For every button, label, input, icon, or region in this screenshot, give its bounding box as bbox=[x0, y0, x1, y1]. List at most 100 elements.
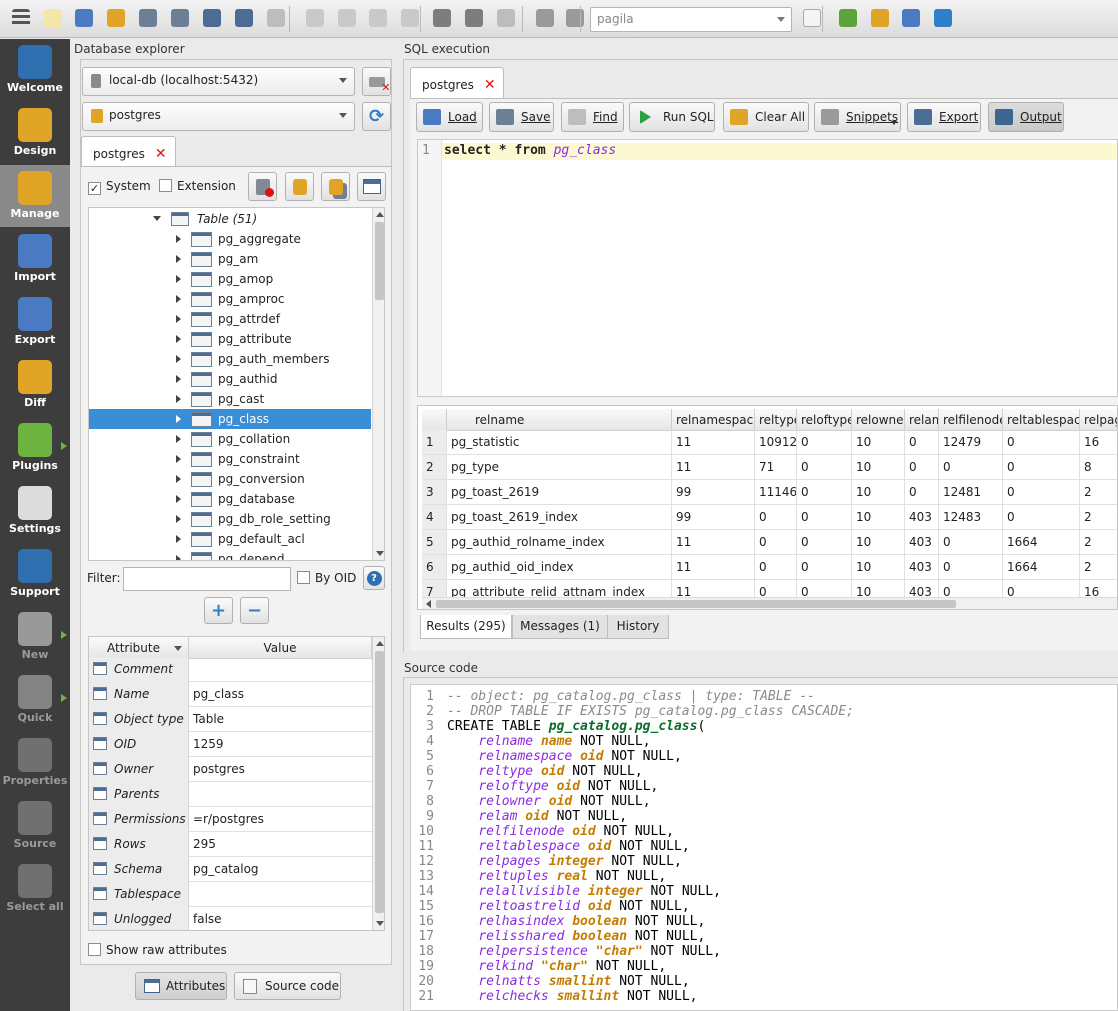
table-cell[interactable]: 71 bbox=[755, 455, 797, 480]
chevron-right-icon[interactable] bbox=[176, 315, 181, 323]
chevron-right-icon[interactable] bbox=[176, 235, 181, 243]
chevron-right-icon[interactable] bbox=[176, 275, 181, 283]
expand-button[interactable]: + bbox=[204, 597, 233, 624]
scrollbar-thumb[interactable] bbox=[436, 600, 956, 608]
sidebar-item-import[interactable]: Import bbox=[0, 228, 70, 290]
table-cell[interactable]: 10 bbox=[852, 455, 905, 480]
extension-checkbox[interactable]: Extension bbox=[159, 179, 236, 193]
attribute-row[interactable]: Schema pg_catalog bbox=[89, 857, 372, 882]
sidebar-item-settings[interactable]: Settings bbox=[0, 480, 70, 542]
result-tab-messages[interactable]: Messages (1) bbox=[512, 615, 608, 639]
connection-combo[interactable]: local-db (localhost:5432) bbox=[82, 67, 355, 96]
table-cell[interactable]: pg_authid_rolname_index bbox=[447, 530, 672, 555]
tree-item[interactable]: pg_constraint bbox=[89, 449, 371, 469]
table-cell[interactable]: 0 bbox=[755, 555, 797, 580]
table-cell[interactable]: 11146 bbox=[755, 480, 797, 505]
table-cell[interactable]: 0 bbox=[1003, 430, 1080, 455]
table-cell[interactable]: 0 bbox=[797, 530, 852, 555]
chevron-right-icon[interactable] bbox=[176, 375, 181, 383]
download-icon[interactable] bbox=[200, 6, 224, 30]
table-cell[interactable]: 0 bbox=[1003, 505, 1080, 530]
sidebar-item-properties[interactable]: Properties bbox=[0, 732, 70, 794]
load-button[interactable]: Load bbox=[416, 102, 483, 132]
attribute-row[interactable]: Owner postgres bbox=[89, 757, 372, 782]
connect-icon[interactable] bbox=[836, 6, 860, 30]
table-cell[interactable]: 2 bbox=[1080, 480, 1117, 505]
chevron-right-icon[interactable] bbox=[176, 255, 181, 263]
table-cell[interactable]: pg_authid_oid_index bbox=[447, 555, 672, 580]
column-header[interactable]: reltablespace bbox=[1003, 409, 1080, 431]
drop-object-button[interactable] bbox=[248, 172, 277, 201]
attribute-row[interactable]: Rows amount 295 bbox=[89, 832, 372, 875]
tree-item[interactable]: pg_class bbox=[89, 409, 371, 429]
result-tab-history[interactable]: History bbox=[607, 615, 669, 639]
results-hscrollbar[interactable] bbox=[422, 597, 1117, 609]
table-cell[interactable]: 10 bbox=[852, 555, 905, 580]
scroll-down-icon[interactable] bbox=[376, 551, 384, 556]
row-number-header[interactable] bbox=[422, 409, 447, 431]
move-icon[interactable] bbox=[494, 6, 518, 30]
table-cell[interactable]: 2 bbox=[1080, 505, 1117, 530]
column-header[interactable]: reltype bbox=[755, 409, 797, 431]
column-header[interactable]: relpages bbox=[1080, 409, 1117, 431]
new-file-icon[interactable] bbox=[41, 6, 65, 30]
chevron-right-icon[interactable] bbox=[176, 395, 181, 403]
close-icon[interactable]: ✕ bbox=[155, 146, 167, 162]
tree-item[interactable]: pg_aggregate bbox=[89, 229, 371, 249]
tree-scrollbar[interactable] bbox=[372, 208, 384, 560]
scroll-up-icon[interactable] bbox=[376, 641, 384, 646]
attribute-row[interactable]: Name pg_class bbox=[89, 682, 372, 707]
zoom-icon[interactable] bbox=[335, 6, 359, 30]
database-select[interactable]: postgres bbox=[82, 102, 355, 131]
sidebar-item-diff[interactable]: Diff bbox=[0, 354, 70, 416]
zoom-out-icon[interactable] bbox=[303, 6, 327, 30]
source-code-button[interactable]: Source code bbox=[234, 972, 341, 1000]
sidebar-item-quick[interactable]: Quick bbox=[0, 669, 70, 731]
chevron-right-icon[interactable] bbox=[176, 475, 181, 483]
scroll-up-icon[interactable] bbox=[376, 212, 384, 217]
tree-item[interactable]: pg_conversion bbox=[89, 469, 371, 489]
table-cell[interactable]: 10 bbox=[852, 480, 905, 505]
table-cell[interactable]: 11 bbox=[672, 430, 755, 455]
explorer-tab-postgres[interactable]: postgres ✕ bbox=[81, 136, 176, 167]
attribute-row[interactable]: Comment bbox=[89, 657, 372, 682]
table-cell[interactable]: 99 bbox=[672, 480, 755, 505]
table-cell[interactable]: 16 bbox=[1080, 430, 1117, 455]
table-cell[interactable]: 1664 bbox=[1003, 530, 1080, 555]
open-recent-icon[interactable] bbox=[104, 6, 128, 30]
attribute-row[interactable]: Object type Table bbox=[89, 707, 372, 732]
sidebar-item-support[interactable]: Support bbox=[0, 543, 70, 605]
table-cell[interactable]: 0 bbox=[905, 455, 939, 480]
table-cell[interactable]: 0 bbox=[755, 530, 797, 555]
sidebar-item-export[interactable]: Export bbox=[0, 291, 70, 353]
table-cell[interactable]: 2 bbox=[1080, 530, 1117, 555]
table-cell[interactable]: pg_toast_2619_index bbox=[447, 505, 672, 530]
chevron-right-icon[interactable] bbox=[176, 555, 181, 560]
edit-object-button[interactable] bbox=[321, 172, 350, 201]
scroll-left-icon[interactable] bbox=[426, 600, 431, 608]
clear-all-button[interactable]: Clear All bbox=[723, 102, 809, 132]
table-cell[interactable]: 403 bbox=[905, 505, 939, 530]
table-cell[interactable]: pg_type bbox=[447, 455, 672, 480]
sync-icon[interactable] bbox=[168, 6, 192, 30]
table-cell[interactable]: 11 bbox=[672, 555, 755, 580]
table-cell[interactable]: 12483 bbox=[939, 505, 1003, 530]
table-cell[interactable]: 403 bbox=[905, 530, 939, 555]
chevron-down-icon[interactable] bbox=[153, 216, 161, 221]
table-cell[interactable]: 0 bbox=[797, 505, 852, 530]
sidebar-item-design[interactable]: Design bbox=[0, 102, 70, 164]
clear-combo-icon[interactable] bbox=[800, 6, 824, 30]
column-header[interactable]: relname bbox=[447, 409, 672, 431]
zoom-fit-icon[interactable] bbox=[398, 6, 422, 30]
chevron-right-icon[interactable] bbox=[176, 535, 181, 543]
new-object-button[interactable] bbox=[285, 172, 314, 201]
export-button[interactable]: Export bbox=[907, 102, 981, 132]
column-header[interactable]: relowner bbox=[852, 409, 905, 431]
globe-db-icon[interactable] bbox=[899, 6, 923, 30]
attribute-column-header[interactable]: Attribute bbox=[89, 637, 189, 659]
close-icon[interactable]: ✕ bbox=[484, 77, 496, 93]
open-folder-icon[interactable] bbox=[72, 6, 96, 30]
sidebar-item-welcome[interactable]: Welcome bbox=[0, 39, 70, 101]
sidebar-item-new[interactable]: New bbox=[0, 606, 70, 668]
help-button[interactable]: ? bbox=[363, 566, 385, 590]
